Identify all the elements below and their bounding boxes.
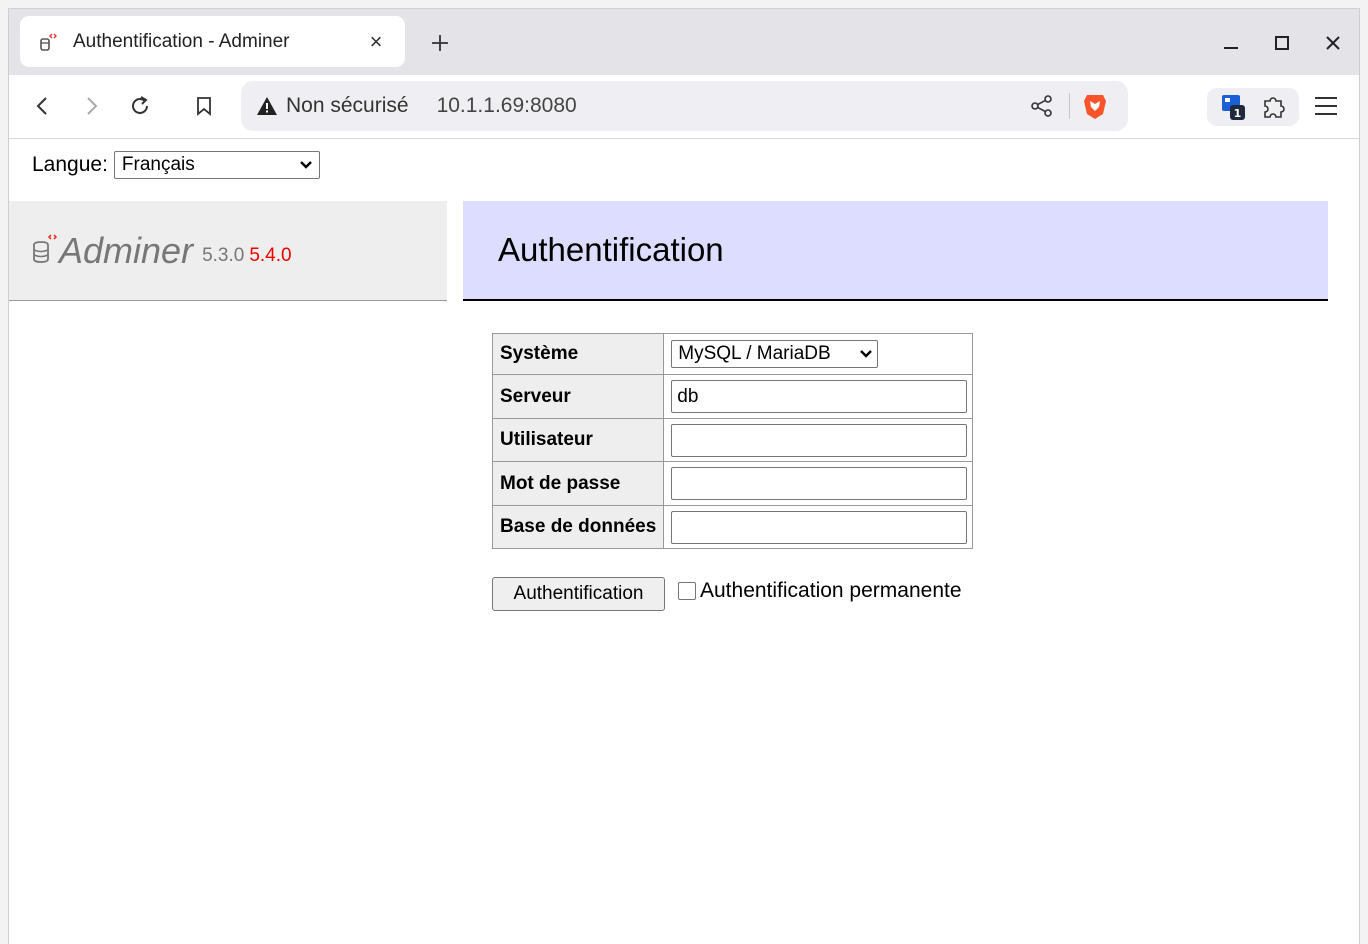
tab-adminer[interactable]: Authentification - Adminer × [20,16,405,67]
close-window-icon[interactable] [1316,26,1350,60]
system-cell: MySQL / MariaDB [663,333,974,375]
security-label[interactable]: Non sécurisé [286,94,409,118]
server-label: Serveur [491,374,665,419]
tab-close-icon[interactable]: × [361,27,391,57]
password-input[interactable] [671,467,968,500]
menu-header: Adminer 5.3.0 5.4.0 [9,201,447,301]
page-content: Langue: Français Adminer 5.3.0 5.4.0 Aut… [9,139,1359,944]
username-cell [663,418,974,462]
login-form-table: Système MySQL / MariaDB Serveur db Utili… [491,333,974,549]
server-cell: db [663,374,974,419]
table-row: Système MySQL / MariaDB [491,333,974,375]
menu-icon[interactable] [1308,88,1344,124]
warning-icon [257,97,277,115]
tab-title: Authentification - Adminer [73,30,290,52]
new-tab-icon[interactable]: + [425,28,455,58]
system-select[interactable]: MySQL / MariaDB [671,340,879,368]
bookmark-icon[interactable] [186,88,222,124]
language-row: Langue: Français [32,151,320,179]
username-input[interactable] [671,423,968,457]
brave-shield-icon[interactable] [1082,92,1108,120]
table-row: Utilisateur [491,418,974,462]
system-selected: MySQL / MariaDB [678,343,831,364]
minimize-icon[interactable] [1214,26,1248,60]
maximize-icon[interactable] [1265,26,1299,60]
chevron-down-icon [860,350,873,358]
url-text[interactable]: 10.1.1.69:8080 [437,94,577,118]
permanent-login[interactable]: Authentification permanente [678,579,962,603]
version-current: 5.3.0 [202,244,245,266]
password-label: Mot de passe [491,461,665,506]
language-label: Langue: [32,153,108,176]
adminer-favicon-icon [40,33,57,51]
adminer-logo-icon [33,233,57,263]
password-cell [663,461,974,506]
extension-badge: 1 [1234,107,1242,120]
extension-window-icon: 1 [1222,95,1245,120]
back-icon[interactable] [25,88,61,124]
version-new-link[interactable]: 5.4.0 [249,245,291,267]
table-row: Mot de passe [491,461,974,506]
table-row: Base de données [491,505,974,549]
forward-icon[interactable] [73,88,109,124]
extension-button[interactable]: 1 [1207,88,1299,126]
login-button[interactable]: Authentification [492,577,665,611]
tab-strip: Authentification - Adminer × + [9,9,1359,75]
browser-window: Authentification - Adminer × + [8,8,1360,944]
system-label: Système [491,333,665,375]
language-select[interactable]: Français [113,151,320,179]
language-selected: Français [121,154,195,175]
table-row: Serveur db [491,374,974,419]
adminer-logo-link[interactable]: Adminer [59,230,193,272]
omnibox-separator [1069,93,1070,119]
address-bar[interactable]: Non sécurisé 10.1.1.69:8080 [241,81,1128,131]
browser-toolbar: Non sécurisé 10.1.1.69:8080 1 [9,75,1359,139]
database-label: Base de données [491,505,665,549]
omnibox-actions [1029,81,1128,131]
username-label: Utilisateur [491,418,665,462]
share-icon[interactable] [1029,93,1055,119]
extensions-puzzle-icon[interactable] [1259,93,1287,121]
page-title: Authentification [463,201,1328,301]
database-input[interactable] [671,510,968,544]
database-cell [663,505,974,549]
permanent-login-checkbox[interactable] [678,582,696,600]
permanent-login-label: Authentification permanente [700,579,962,602]
server-input[interactable]: db [671,380,968,413]
reload-icon[interactable] [122,88,158,124]
chevron-down-icon [300,161,312,169]
